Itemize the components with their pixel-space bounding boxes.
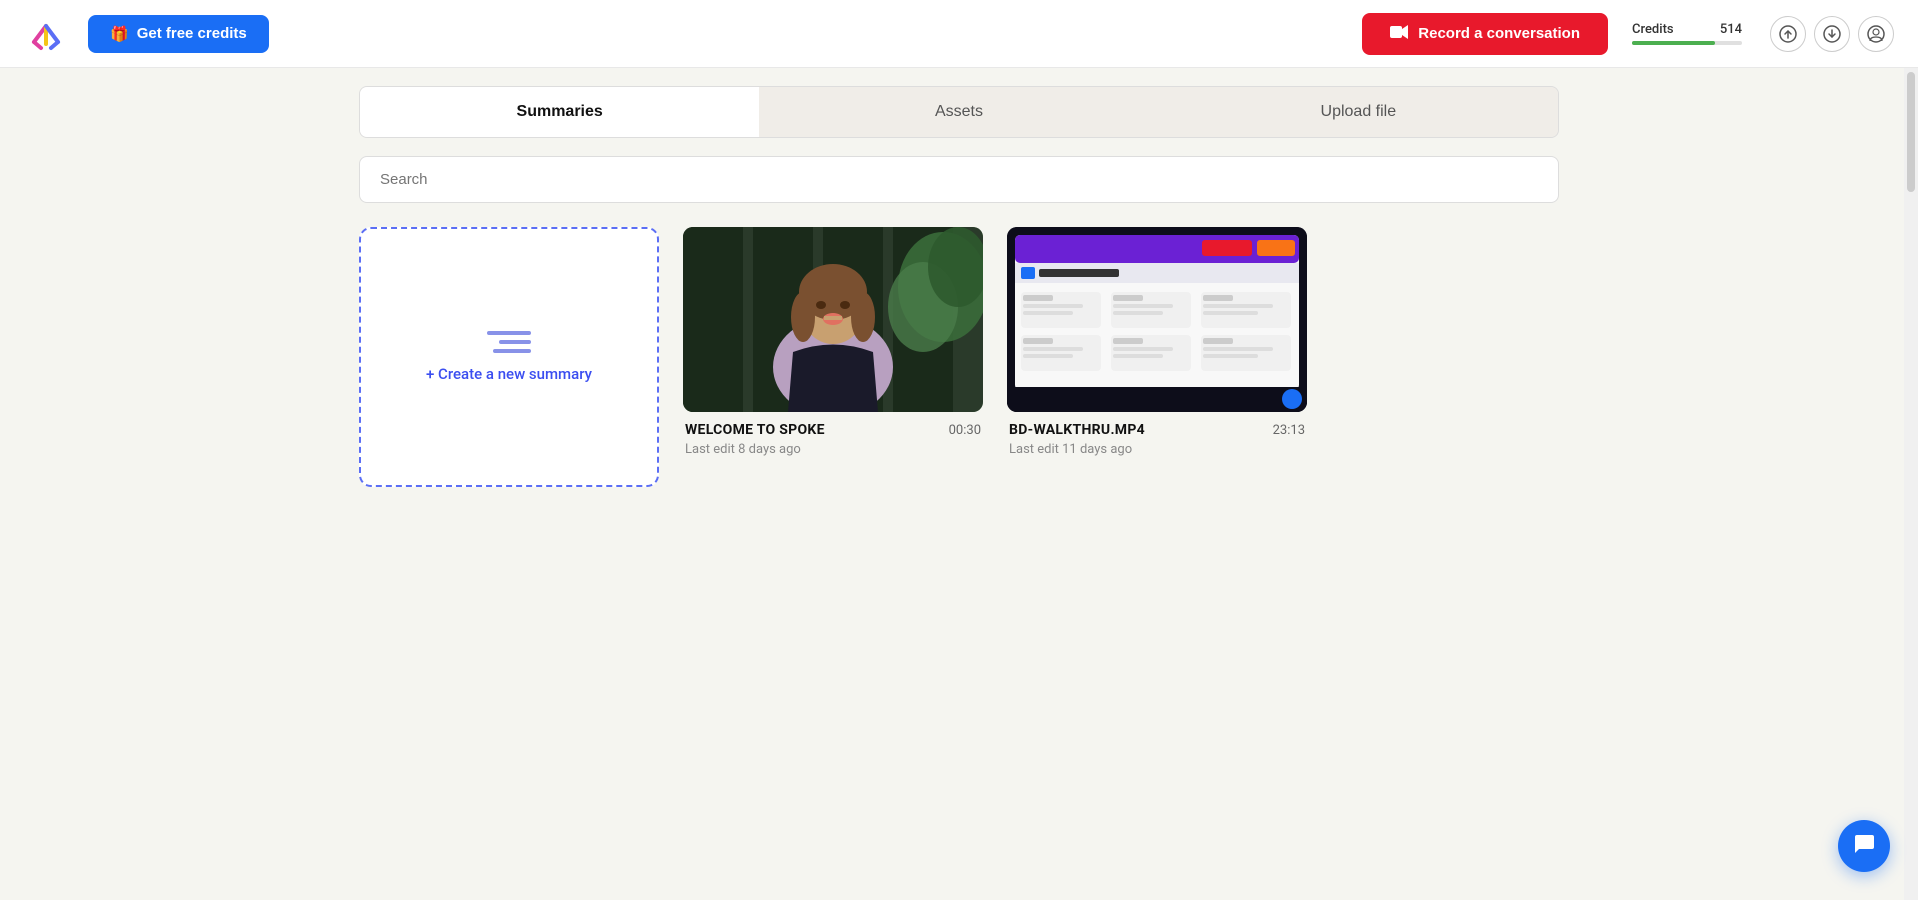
content-grid: + Create a new summary xyxy=(359,227,1559,487)
scrollbar-thumb[interactable] xyxy=(1907,72,1915,192)
video-thumbnail-bd-walkthru xyxy=(1007,227,1307,412)
credits-section: Credits 514 xyxy=(1632,22,1742,45)
tabs-bar: Summaries Assets Upload file xyxy=(359,86,1559,138)
gift-icon: 🎁 xyxy=(110,25,129,43)
video-edit-bd-walkthru: Last edit 11 days ago xyxy=(1009,442,1305,457)
video-card-bd-walkthru[interactable]: BD-WALKTHRU.MP4 23:13 Last edit 11 days … xyxy=(1007,227,1307,457)
download-button[interactable] xyxy=(1814,16,1850,52)
video-duration-welcome: 00:30 xyxy=(949,423,981,438)
video-edit-welcome: Last edit 8 days ago xyxy=(685,442,981,457)
video-card-welcome-to-spoke[interactable]: WELCOME TO SPOKE 00:30 Last edit 8 days … xyxy=(683,227,983,457)
tab-assets[interactable]: Assets xyxy=(759,87,1158,137)
record-icon xyxy=(1390,25,1408,43)
profile-button[interactable] xyxy=(1858,16,1894,52)
credits-value: 514 xyxy=(1720,22,1742,37)
logo xyxy=(24,12,68,56)
video-info-bd-walkthru: BD-WALKTHRU.MP4 23:13 Last edit 11 days … xyxy=(1007,412,1307,457)
video-info-welcome: WELCOME TO SPOKE 00:30 Last edit 8 days … xyxy=(683,412,983,457)
chat-icon xyxy=(1852,831,1876,861)
upload-button[interactable] xyxy=(1770,16,1806,52)
video-title-welcome: WELCOME TO SPOKE xyxy=(685,422,825,438)
video-duration-bd-walkthru: 23:13 xyxy=(1273,423,1305,438)
credits-text-label: Credits xyxy=(1632,22,1674,37)
video-title-bd-walkthru: BD-WALKTHRU.MP4 xyxy=(1009,422,1145,438)
search-input[interactable] xyxy=(359,156,1559,203)
video-thumbnail-welcome xyxy=(683,227,983,412)
credits-progress-fill xyxy=(1632,41,1715,45)
chat-fab-button[interactable] xyxy=(1838,820,1890,872)
record-conversation-button[interactable]: Record a conversation xyxy=(1362,13,1608,55)
tab-summaries[interactable]: Summaries xyxy=(360,87,759,137)
create-new-summary-card[interactable]: + Create a new summary xyxy=(359,227,659,487)
search-container xyxy=(359,156,1559,203)
header: 🎁 Get free credits Record a conversation… xyxy=(0,0,1918,68)
create-summary-icon xyxy=(487,331,531,353)
create-summary-label: + Create a new summary xyxy=(426,365,592,383)
tab-upload-file[interactable]: Upload file xyxy=(1159,87,1558,137)
free-credits-label: Get free credits xyxy=(137,25,247,42)
credits-progress-bar xyxy=(1632,41,1742,45)
free-credits-button[interactable]: 🎁 Get free credits xyxy=(88,15,269,53)
record-label: Record a conversation xyxy=(1418,25,1580,42)
page-scrollbar[interactable] xyxy=(1904,68,1918,900)
